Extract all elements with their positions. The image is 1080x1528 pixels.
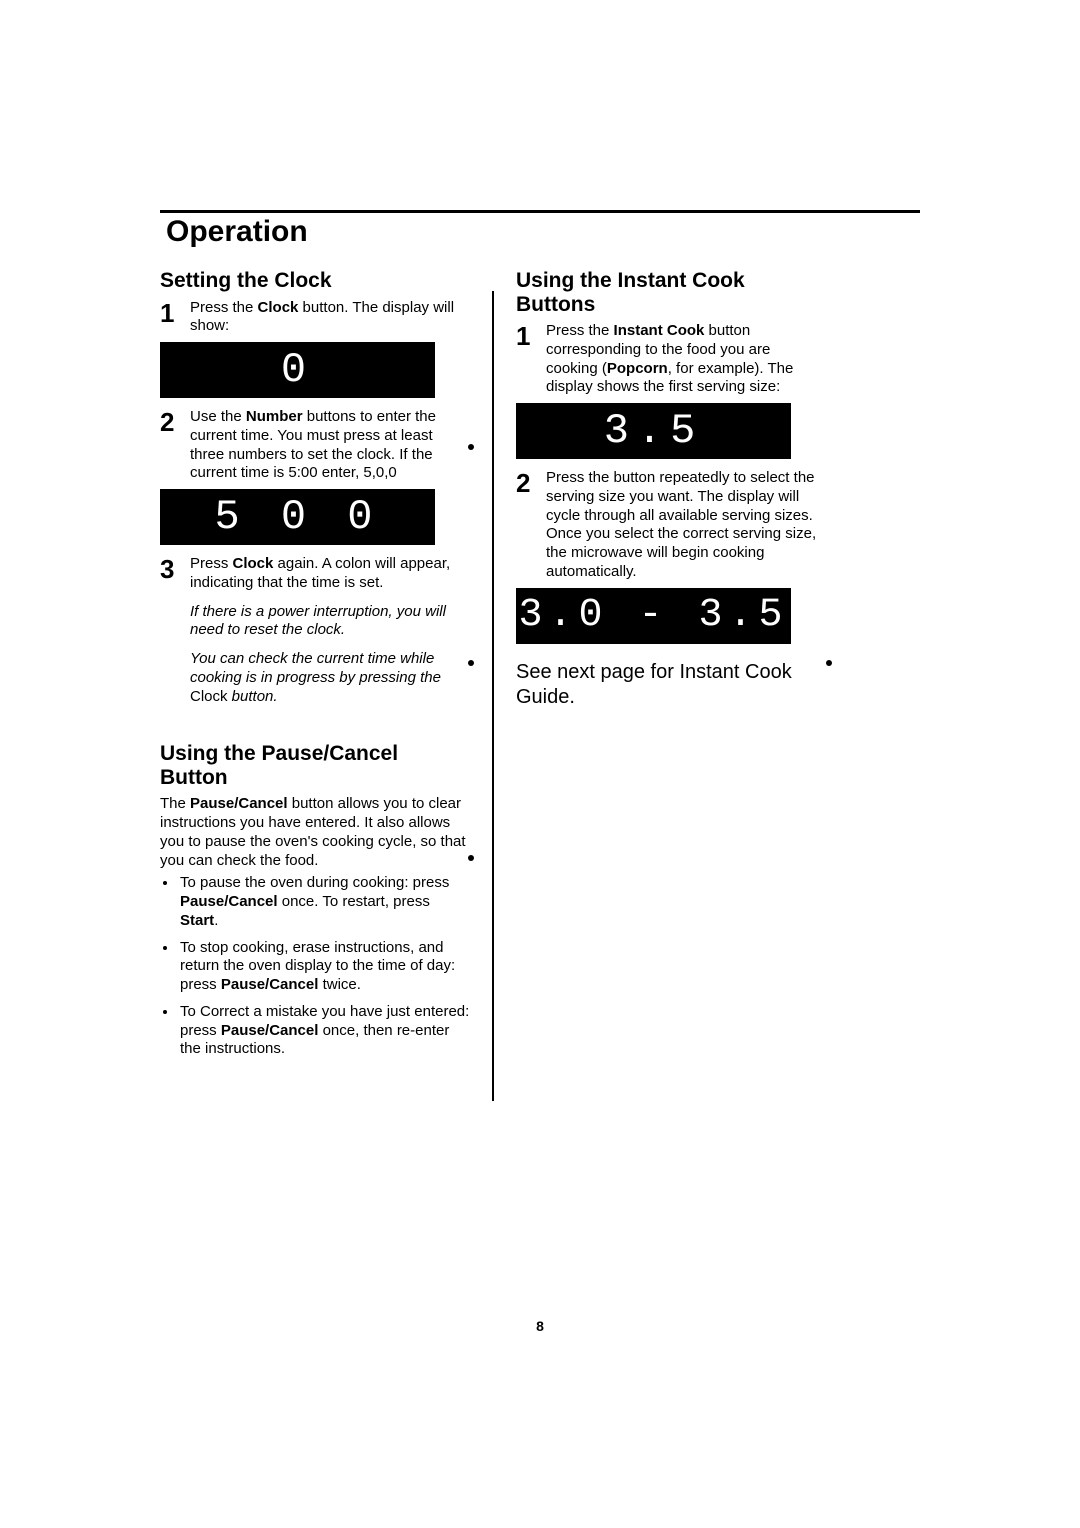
note-text: If there is a power interruption, you wi… <box>190 603 470 641</box>
step-block: 3 Press Clock again. A colon will appear… <box>160 555 470 706</box>
step-text: Use the Number buttons to enter the curr… <box>190 408 470 483</box>
lcd-value: 5 0 0 <box>214 491 380 544</box>
step-number: 2 <box>516 469 546 582</box>
list-item: To pause the oven during cooking: press … <box>178 874 470 930</box>
step-number: 1 <box>160 299 190 337</box>
list-item: To Correct a mistake you have just enter… <box>178 1003 470 1059</box>
page-title: Operation <box>166 215 920 249</box>
note-next-page: See next page for Instant Cook Guide. <box>516 660 826 710</box>
step-block: 1 Press the Instant Cook button correspo… <box>516 322 826 397</box>
step-number: 2 <box>160 408 190 483</box>
step-block: 2 Use the Number buttons to enter the cu… <box>160 408 470 483</box>
lcd-value: 3.5 <box>604 405 704 458</box>
column-divider <box>492 291 494 1101</box>
lcd-display: 3.5 <box>516 403 791 459</box>
section-heading-instant: Using the Instant Cook Buttons <box>516 269 826 316</box>
step-text: Press the Instant Cook button correspond… <box>546 322 826 397</box>
section-intro: The Pause/Cancel button allows you to cl… <box>160 795 470 870</box>
lcd-display: 5 0 0 <box>160 489 435 545</box>
decorative-dot <box>468 660 474 666</box>
section-heading-clock: Setting the Clock <box>160 269 470 293</box>
right-column: Using the Instant Cook Buttons 1 Press t… <box>516 261 826 1101</box>
lcd-display-wrap: 0 <box>160 342 470 398</box>
step-text: Press the button repeatedly to select th… <box>546 469 826 582</box>
bullet-list: To pause the oven during cooking: press … <box>160 874 470 1059</box>
lcd-display-wrap: 5 0 0 <box>160 489 470 545</box>
step-number: 1 <box>516 322 546 397</box>
columns: Setting the Clock 1 Press the Clock butt… <box>160 261 920 1101</box>
section-heading-pause: Using the Pause/Cancel Button <box>160 742 470 789</box>
lcd-display: 3.0 - 3.5 <box>516 588 791 644</box>
step-number: 3 <box>160 555 190 706</box>
title-rule <box>160 210 920 213</box>
decorative-dot <box>468 855 474 861</box>
left-column: Setting the Clock 1 Press the Clock butt… <box>160 261 470 1101</box>
decorative-dot <box>468 444 474 450</box>
lcd-value: 0 <box>281 344 314 397</box>
lcd-display: 0 <box>160 342 435 398</box>
decorative-dot <box>826 660 832 666</box>
page-content: Operation Setting the Clock 1 Press the … <box>160 210 920 1101</box>
step-block: 2 Press the button repeatedly to select … <box>516 469 826 582</box>
step-text: Press the Clock button. The display will… <box>190 299 470 337</box>
lcd-display-wrap: 3.0 - 3.5 <box>516 588 826 644</box>
lcd-value: 3.0 - 3.5 <box>518 591 788 641</box>
page-number: 8 <box>160 1318 920 1334</box>
step-text: Press Clock again. A colon will appear, … <box>190 555 470 706</box>
step-block: 1 Press the Clock button. The display wi… <box>160 299 470 337</box>
list-item: To stop cooking, erase instructions, and… <box>178 939 470 995</box>
lcd-display-wrap: 3.5 <box>516 403 826 459</box>
note-text: You can check the current time while coo… <box>190 650 470 706</box>
